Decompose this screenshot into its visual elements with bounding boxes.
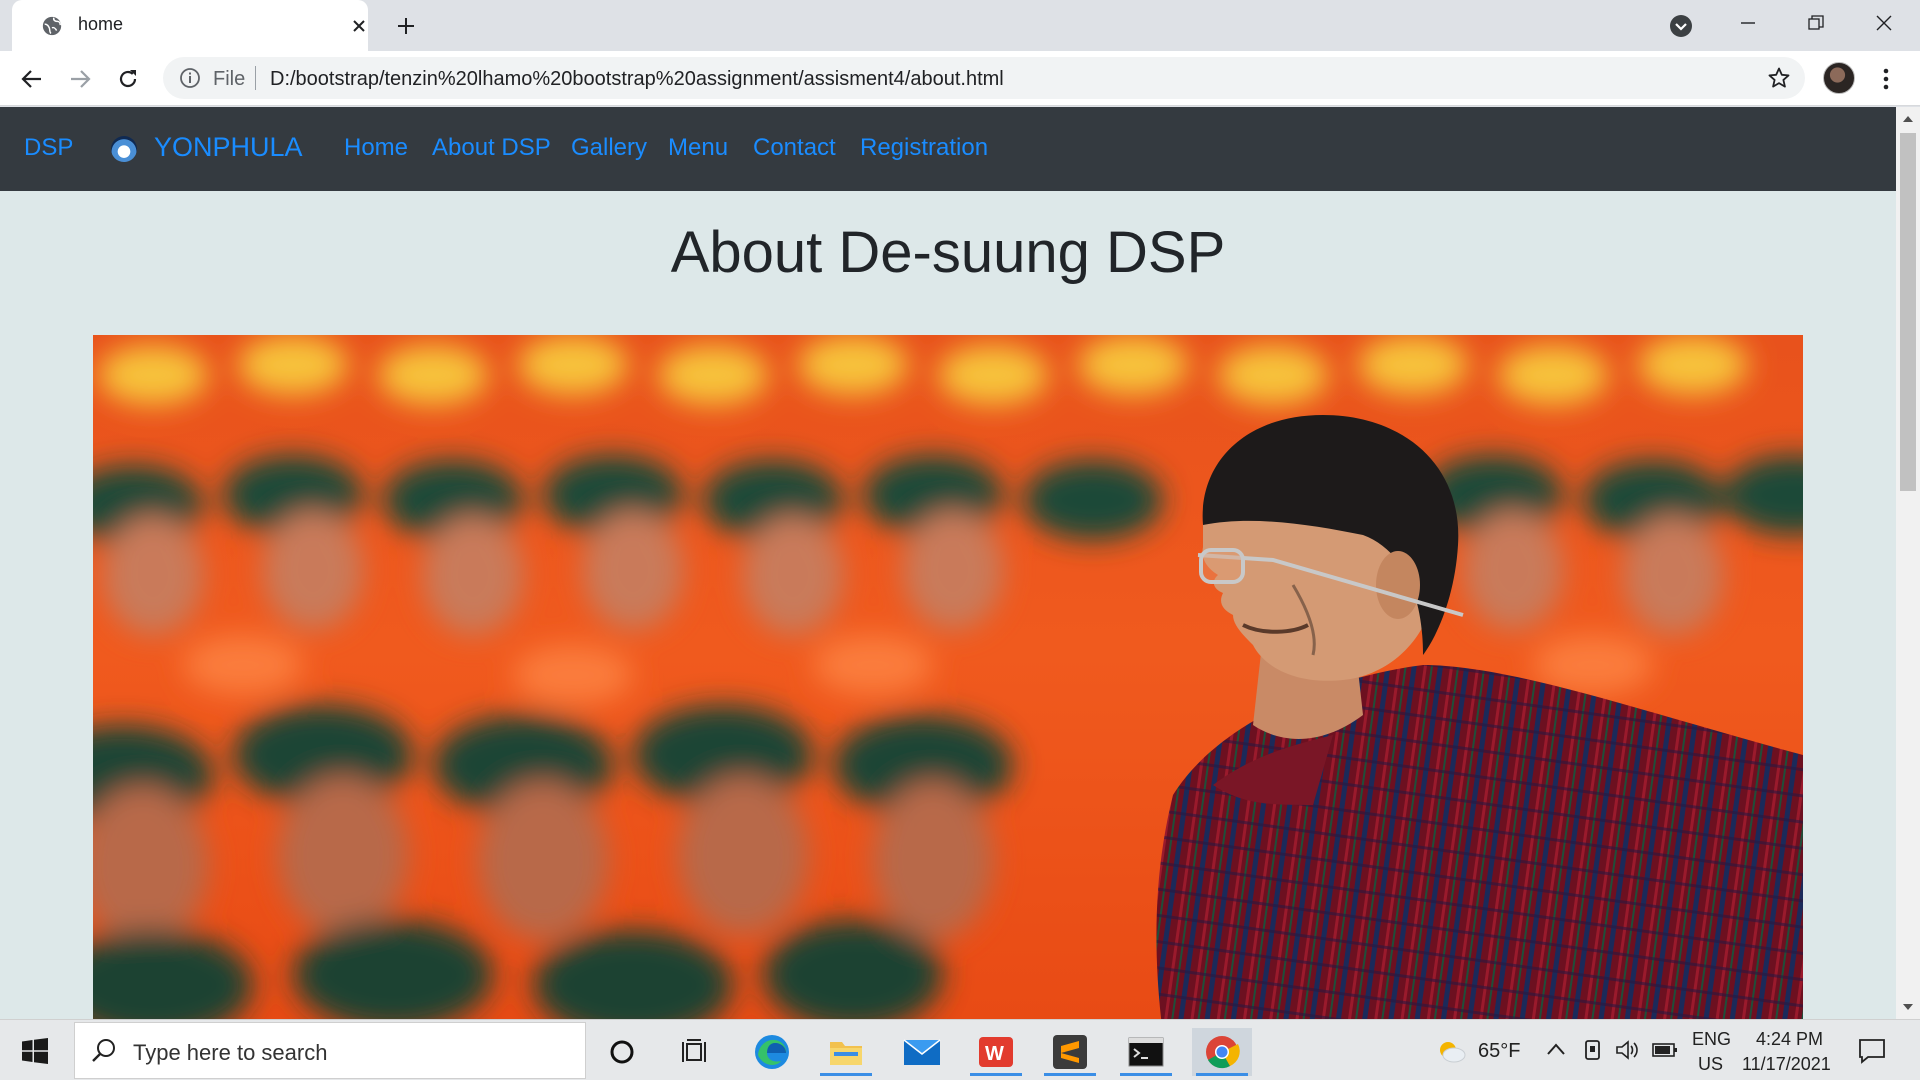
scroll-down-icon[interactable] (1900, 999, 1916, 1015)
browser-tab-home[interactable]: home (12, 0, 368, 51)
active-indicator (820, 1073, 872, 1076)
language-bottom[interactable]: US (1698, 1054, 1723, 1075)
tab-search-icon[interactable] (1668, 13, 1694, 39)
active-indicator (1120, 1073, 1172, 1076)
nav-link-menu[interactable]: Menu (668, 134, 728, 162)
new-tab-icon[interactable] (392, 12, 420, 40)
scroll-thumb[interactable] (1900, 133, 1916, 491)
address-url[interactable]: D:/bootstrap/tenzin%20lhamo%20bootstrap%… (270, 68, 1004, 91)
taskbar-search-box[interactable]: Type here to search (74, 1022, 586, 1079)
hero-image (93, 335, 1803, 1019)
wps-icon[interactable]: W (966, 1028, 1026, 1076)
globe-icon (42, 16, 62, 36)
file-explorer-icon[interactable] (816, 1028, 876, 1076)
bookmark-star-icon[interactable] (1767, 66, 1791, 90)
tab-strip: home (0, 0, 1920, 51)
weather-icon[interactable] (1436, 1038, 1466, 1064)
nav-link-contact[interactable]: Contact (753, 134, 836, 162)
forward-icon[interactable] (65, 64, 95, 94)
language-top[interactable]: ENG (1692, 1029, 1731, 1050)
chevron-up-icon[interactable] (1546, 1042, 1566, 1056)
svg-text:W: W (985, 1043, 1004, 1065)
profile-avatar[interactable] (1823, 62, 1855, 94)
nav-link-home[interactable]: Home (344, 134, 408, 162)
close-tab-icon[interactable] (346, 13, 372, 39)
nav-link-registration[interactable]: Registration (860, 134, 988, 162)
back-icon[interactable] (17, 64, 47, 94)
address-divider (255, 66, 256, 90)
clock-time[interactable]: 4:24 PM (1756, 1029, 1823, 1050)
reload-icon[interactable] (113, 64, 143, 94)
info-icon[interactable] (179, 67, 201, 89)
minimize-icon[interactable] (1728, 8, 1768, 38)
page-title: About De-suung DSP (670, 220, 1226, 285)
tab-title: home (78, 14, 124, 34)
edge-icon[interactable] (742, 1028, 802, 1076)
close-window-icon[interactable] (1864, 8, 1904, 38)
nav-brand-yonphula[interactable]: YONPHULA (154, 132, 303, 163)
address-scheme: File (213, 68, 246, 90)
active-indicator (1196, 1073, 1248, 1076)
task-view-icon[interactable] (666, 1028, 726, 1076)
meet-now-icon[interactable] (1583, 1038, 1603, 1062)
cortana-icon[interactable] (592, 1028, 652, 1076)
weather-temp[interactable]: 65°F (1478, 1040, 1520, 1063)
search-icon (92, 1039, 115, 1062)
active-indicator (970, 1073, 1022, 1076)
address-bar[interactable]: File D:/bootstrap/tenzin%20lhamo%20boots… (163, 57, 1805, 99)
windows-start-icon[interactable] (22, 1038, 48, 1064)
sublime-icon[interactable] (1040, 1028, 1100, 1076)
mail-icon[interactable] (892, 1028, 952, 1076)
scroll-up-icon[interactable] (1900, 111, 1916, 127)
browser-toolbar: File D:/bootstrap/tenzin%20lhamo%20boots… (0, 51, 1920, 106)
site-navbar: DSP YONPHULA Home About DSP Gallery Menu… (0, 107, 1896, 191)
brand-logo (111, 136, 137, 162)
terminal-icon[interactable] (1116, 1028, 1176, 1076)
clock-date[interactable]: 11/17/2021 (1742, 1054, 1831, 1075)
windows-taskbar: Type here to search W 65°F ENG US 4:24 P… (0, 1019, 1920, 1080)
search-placeholder: Type here to search (133, 1040, 328, 1065)
notification-icon[interactable] (1858, 1038, 1886, 1064)
volume-icon[interactable] (1615, 1039, 1641, 1061)
active-indicator (1044, 1073, 1096, 1076)
nav-brand-dsp[interactable]: DSP (24, 134, 73, 162)
menu-kebab-icon[interactable] (1876, 65, 1896, 93)
restore-icon[interactable] (1796, 8, 1836, 38)
chrome-icon[interactable] (1192, 1028, 1252, 1076)
nav-link-gallery[interactable]: Gallery (571, 134, 647, 162)
page-viewport: DSP YONPHULA Home About DSP Gallery Menu… (0, 107, 1896, 1019)
battery-icon[interactable] (1652, 1042, 1678, 1058)
nav-link-about[interactable]: About DSP (432, 134, 551, 162)
